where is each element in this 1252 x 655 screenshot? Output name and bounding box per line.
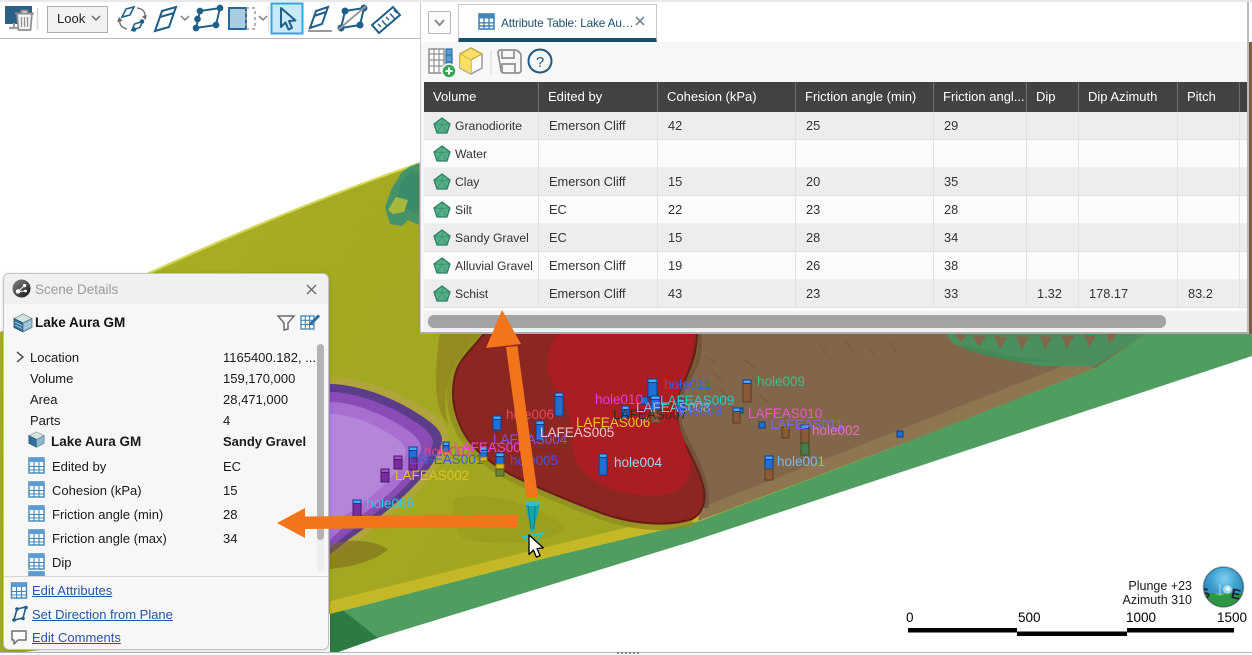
svg-text:hole003: hole003 bbox=[674, 403, 722, 418]
svg-text:Plunge +23: Plunge +23 bbox=[1128, 579, 1192, 593]
svg-text:1000: 1000 bbox=[1126, 610, 1156, 625]
svg-text:LAFEAS002: LAFEAS002 bbox=[395, 468, 469, 483]
svg-text:Azimuth 310: Azimuth 310 bbox=[1123, 593, 1193, 607]
svg-text:hole004: hole004 bbox=[614, 455, 663, 470]
svg-text:hole006: hole006 bbox=[506, 407, 554, 422]
svg-text:1500: 1500 bbox=[1217, 610, 1247, 625]
svg-text:hole002: hole002 bbox=[812, 423, 860, 438]
svg-text:hole011: hole011 bbox=[664, 377, 711, 392]
svg-text:500: 500 bbox=[1018, 610, 1041, 625]
svg-text:0: 0 bbox=[906, 610, 914, 625]
svg-text:hole001: hole001 bbox=[777, 454, 825, 469]
svg-text:hole009: hole009 bbox=[757, 374, 805, 389]
svg-text:hole005: hole005 bbox=[510, 453, 558, 468]
svg-text:hole008: hole008 bbox=[366, 496, 414, 511]
